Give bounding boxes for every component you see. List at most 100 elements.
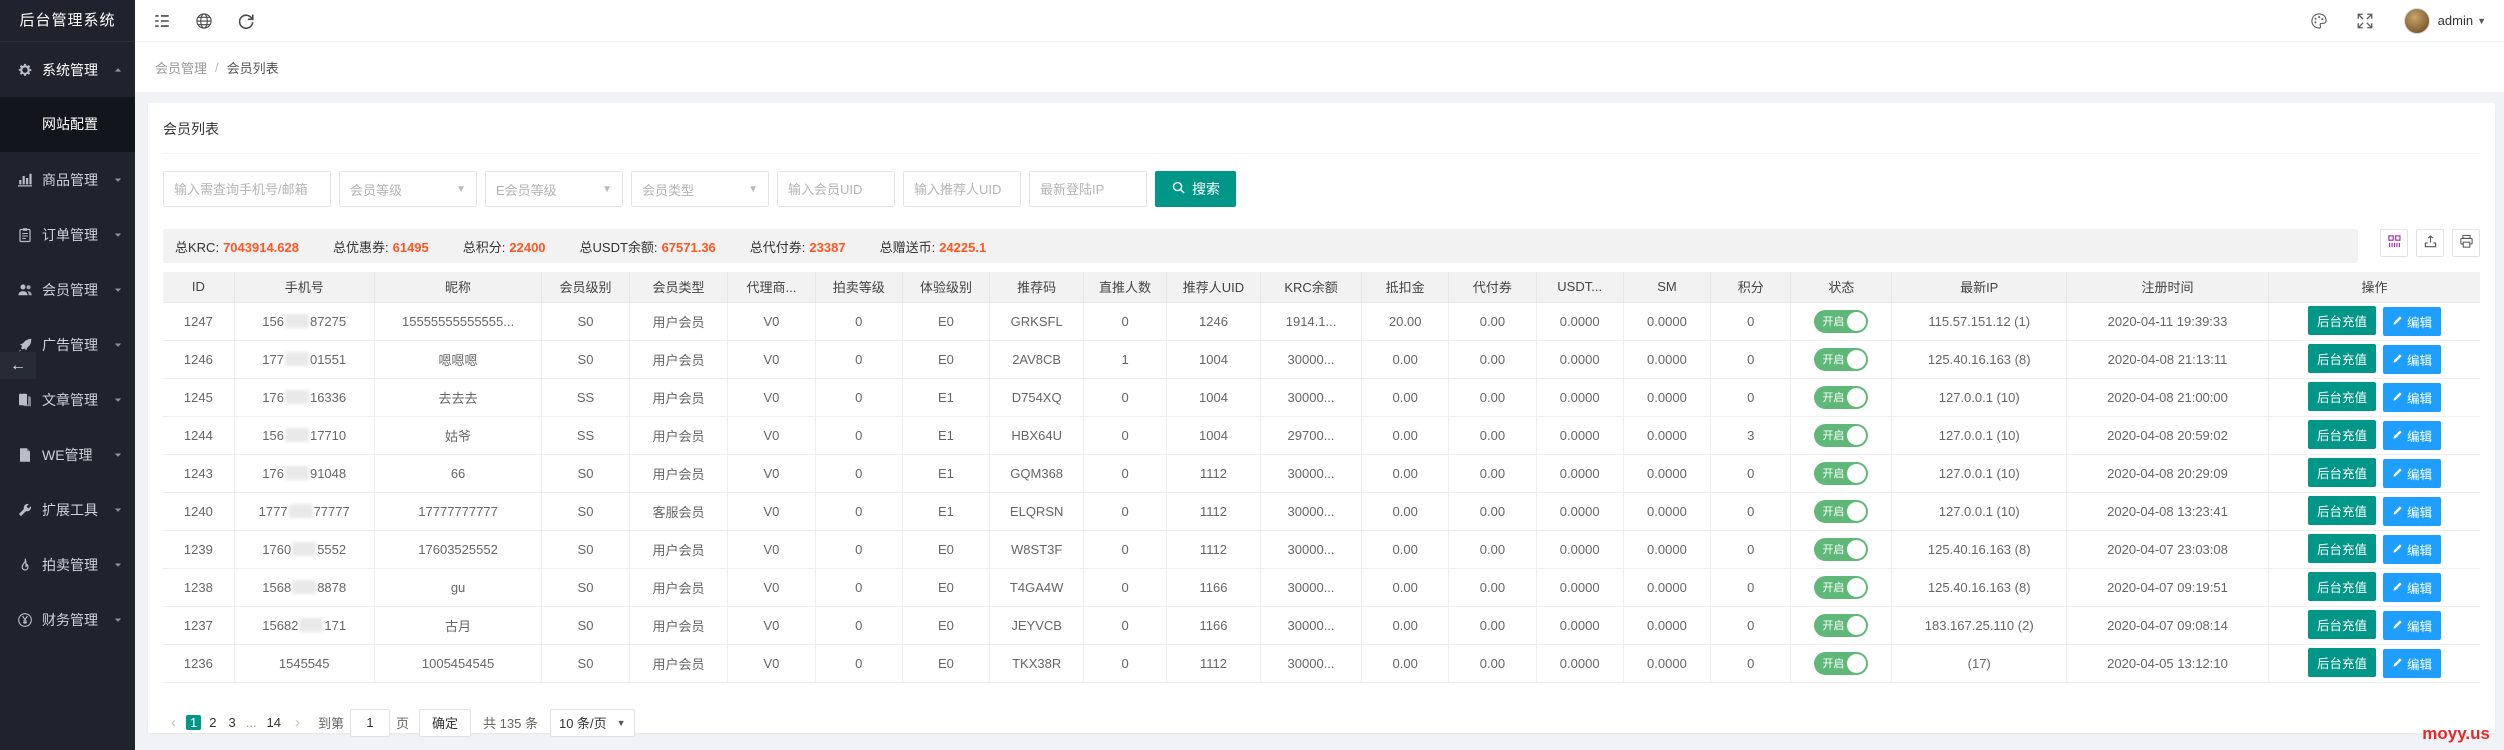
phone-search-input[interactable] [174, 181, 320, 197]
edit-button-label: 编辑 [2407, 544, 2433, 559]
page-number-1[interactable]: 1 [186, 714, 202, 730]
edit-button[interactable]: 编辑 [2383, 649, 2442, 679]
status-toggle[interactable]: 开启 [1814, 423, 1869, 447]
status-toggle[interactable]: 开启 [1814, 575, 1869, 599]
column-header-直推人数: 直推人数 [1083, 272, 1167, 303]
status-toggle[interactable]: 开启 [1814, 385, 1869, 409]
e-member-level-select[interactable]: E会员等级 ▼ [485, 171, 623, 207]
recharge-button[interactable]: 后台充值 [2308, 457, 2377, 487]
edit-button[interactable]: 编辑 [2383, 497, 2442, 527]
jump-page-input[interactable] [350, 708, 391, 737]
confirm-jump-button[interactable]: 确定 [419, 708, 472, 737]
page-numbers: 1 2 3... 14 [184, 709, 287, 737]
cell-actions: 后台充值 编辑 [2268, 340, 2480, 379]
member-level-select[interactable]: 会员等级 ▼ [339, 171, 477, 207]
page-number-2[interactable]: 2 [205, 715, 220, 730]
edit-button[interactable]: 编辑 [2383, 535, 2442, 565]
cell-time: 2020-04-08 20:59:02 [2066, 416, 2270, 455]
app-title: 后台管理系统 [0, 0, 135, 42]
cell-direct: 0 [1083, 568, 1167, 607]
latest-ip-input[interactable] [1040, 181, 1136, 197]
fullscreen-icon[interactable] [2356, 12, 2374, 30]
sidebar-item-订单管理[interactable]: 订单管理 [0, 207, 135, 262]
status-toggle[interactable]: 开启 [1814, 347, 1869, 371]
menu-toggle-icon[interactable] [153, 12, 171, 30]
palette-icon[interactable] [2310, 12, 2328, 30]
sidebar-item-扩展工具[interactable]: 扩展工具 [0, 482, 135, 537]
edit-button[interactable]: 编辑 [2383, 307, 2442, 337]
cell-ip: 125.40.16.163 (8) [1891, 530, 2067, 569]
edit-button-label: 编辑 [2407, 506, 2433, 521]
table-row: 1244 156 17710 姑爷 SS 用户会员 V0 0 E1 HBX64U 0 1004 2970… [163, 416, 2480, 455]
cell-code: W8ST3F [989, 530, 1085, 569]
prev-page-icon[interactable]: ‹ [163, 714, 184, 731]
cell-agent: V0 [727, 302, 816, 341]
sidebar-subitem-网站配置[interactable]: 网站配置 [0, 97, 135, 152]
rocket-icon [17, 337, 33, 353]
recharge-button[interactable]: 后台充值 [2308, 647, 2377, 677]
cell-agent: V0 [727, 606, 816, 645]
status-toggle[interactable]: 开启 [1814, 499, 1869, 523]
status-toggle[interactable]: 开启 [1814, 537, 1869, 561]
sidebar-item-拍卖管理[interactable]: 拍卖管理 [0, 537, 135, 592]
referrer-uid-input[interactable] [914, 181, 1010, 197]
recharge-button[interactable]: 后台充值 [2308, 305, 2377, 335]
cell-ip: (17) [1891, 644, 2067, 683]
edit-button[interactable]: 编辑 [2383, 459, 2442, 489]
print-button[interactable] [2452, 229, 2480, 257]
sidebar-item-系统管理[interactable]: 系统管理 [0, 42, 135, 97]
recharge-button[interactable]: 后台充值 [2308, 571, 2377, 601]
page-number-14[interactable]: 14 [263, 715, 285, 730]
sidebar-item-label: 拍卖管理 [42, 556, 98, 573]
recharge-button[interactable]: 后台充值 [2308, 533, 2377, 563]
column-filter-button[interactable] [2380, 229, 2408, 257]
status-toggle-label: 开启 [1822, 430, 1845, 442]
edit-button[interactable]: 编辑 [2383, 383, 2442, 413]
recharge-button[interactable]: 后台充值 [2308, 609, 2377, 639]
edit-button[interactable]: 编辑 [2383, 611, 2442, 641]
cell-nickname: 姑爷 [374, 416, 543, 455]
sidebar-item-商品管理[interactable]: 商品管理 [0, 152, 135, 207]
cell-direct: 0 [1083, 302, 1167, 341]
print-icon [2459, 234, 2474, 252]
recharge-button[interactable]: 后台充值 [2308, 343, 2377, 373]
edit-button[interactable]: 编辑 [2383, 421, 2442, 451]
recharge-button[interactable]: 后台充值 [2308, 381, 2377, 411]
cell-exp: E1 [902, 416, 991, 455]
refresh-icon[interactable] [237, 12, 255, 30]
column-filter-icon [2387, 234, 2402, 252]
recharge-button[interactable]: 后台充值 [2308, 419, 2377, 449]
member-uid-input[interactable] [788, 181, 884, 197]
status-toggle[interactable]: 开启 [1814, 461, 1869, 485]
caret-down-icon [113, 395, 123, 405]
avatar[interactable] [2403, 7, 2430, 34]
status-toggle[interactable]: 开启 [1814, 613, 1869, 637]
sidebar-item-WE管理[interactable]: WE管理 [0, 427, 135, 482]
toggle-knob [1847, 539, 1867, 559]
cell-ip: 127.0.0.1 (10) [1891, 378, 2067, 417]
status-toggle[interactable]: 开启 [1814, 651, 1869, 675]
edit-button[interactable]: 编辑 [2383, 573, 2442, 603]
user-dropdown-caret-icon[interactable]: ▼ [2477, 16, 2486, 26]
per-page-select[interactable]: 10 条/页 ▼ [549, 708, 635, 737]
edit-button[interactable]: 编辑 [2383, 345, 2442, 375]
recharge-button[interactable]: 后台充值 [2308, 495, 2377, 525]
filter-bar: 会员等级 ▼ E会员等级 ▼ 会员类型 ▼ 搜索 [163, 171, 2480, 207]
sidebar-item-财务管理[interactable]: 财务管理 [0, 592, 135, 647]
status-toggle[interactable]: 开启 [1814, 309, 1869, 333]
column-header-SM: SM [1623, 272, 1712, 303]
page-number-3[interactable]: 3 [224, 715, 239, 730]
sidebar-collapse-arrow-icon[interactable]: ← [0, 352, 36, 379]
sidebar-item-会员管理[interactable]: 会员管理 [0, 262, 135, 317]
stat-总KRC: 总KRC: 7043914.628 [175, 239, 299, 255]
search-button[interactable]: 搜索 [1155, 171, 1236, 207]
globe-icon[interactable] [195, 12, 213, 30]
cell-voucher: 0.00 [1448, 644, 1537, 683]
next-page-icon[interactable]: › [287, 714, 308, 731]
breadcrumb-parent[interactable]: 会员管理 [155, 58, 207, 77]
sidebar-item-文章管理[interactable]: 文章管理 [0, 372, 135, 427]
member-type-select[interactable]: 会员类型 ▼ [631, 171, 769, 207]
column-header-代付券: 代付券 [1448, 272, 1537, 303]
user-name[interactable]: admin [2438, 13, 2473, 28]
export-button[interactable] [2416, 229, 2444, 257]
